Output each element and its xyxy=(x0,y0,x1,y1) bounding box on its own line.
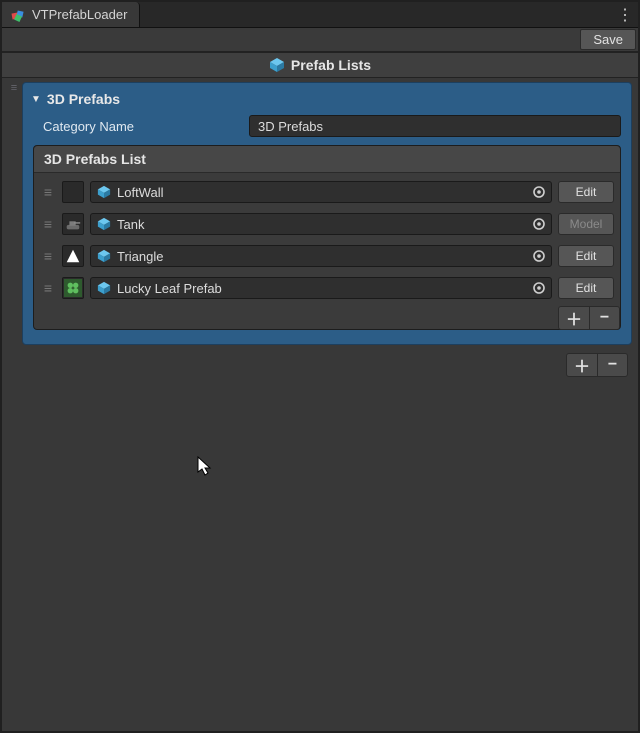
object-picker-icon[interactable] xyxy=(531,280,547,296)
plus-icon: ＋ xyxy=(566,306,582,330)
window-context-menu-button[interactable]: ⋮ xyxy=(612,2,638,27)
category-foldout[interactable]: ▼ 3D Prefabs xyxy=(29,89,625,113)
minus-icon: − xyxy=(600,309,609,327)
object-picker-icon[interactable] xyxy=(531,184,547,200)
list-item: ≡ Triangle xyxy=(40,243,614,269)
window-tab-active[interactable]: VTPrefabLoader xyxy=(2,2,140,27)
object-field-name: Triangle xyxy=(117,249,163,264)
list-remove-button[interactable]: − xyxy=(589,307,619,329)
list-footer-controls: ＋ − xyxy=(558,306,620,330)
row-drag-handle[interactable]: ≡ xyxy=(40,216,56,232)
category-name-row: Category Name xyxy=(29,113,625,145)
prefab-cube-icon xyxy=(97,249,111,263)
row-thumbnail[interactable] xyxy=(62,181,84,203)
object-picker-icon[interactable] xyxy=(531,216,547,232)
row-thumbnail[interactable] xyxy=(62,277,84,299)
object-field[interactable]: LoftWall xyxy=(90,181,552,203)
prefab-list-title: 3D Prefabs List xyxy=(34,146,620,173)
model-button[interactable]: Model xyxy=(558,213,614,235)
list-item: ≡ Tank xyxy=(40,211,614,237)
toolbar: Save xyxy=(2,28,638,52)
object-field[interactable]: Triangle xyxy=(90,245,552,267)
object-field-name: Tank xyxy=(117,217,144,232)
list-item: ≡ Lucky Leaf Prefab xyxy=(40,275,614,301)
edit-button[interactable]: Edit xyxy=(558,277,614,299)
object-field-name: Lucky Leaf Prefab xyxy=(117,281,222,296)
category-name-input[interactable] xyxy=(249,115,621,137)
category-add-button[interactable]: ＋ xyxy=(567,354,597,376)
minus-icon: − xyxy=(608,356,617,374)
save-button[interactable]: Save xyxy=(580,29,636,50)
app-icon xyxy=(10,7,26,23)
row-button-label: Edit xyxy=(576,249,597,263)
window-tab-title: VTPrefabLoader xyxy=(32,7,127,22)
list-add-button[interactable]: ＋ xyxy=(559,307,589,329)
cube-icon xyxy=(269,57,285,73)
window-tabbar: VTPrefabLoader ⋮ xyxy=(2,2,638,28)
row-button-label: Edit xyxy=(576,281,597,295)
kebab-icon: ⋮ xyxy=(617,5,633,25)
category-foldout-title: 3D Prefabs xyxy=(47,91,120,107)
object-field[interactable]: Tank xyxy=(90,213,552,235)
categories-footer-controls: ＋ − xyxy=(8,353,632,381)
edit-button[interactable]: Edit xyxy=(558,181,614,203)
category-drag-handle[interactable]: ≡ xyxy=(8,82,20,94)
plus-icon: ＋ xyxy=(574,353,590,377)
category-remove-button[interactable]: − xyxy=(597,354,627,376)
object-picker-icon[interactable] xyxy=(531,248,547,264)
row-thumbnail[interactable] xyxy=(62,213,84,235)
row-thumbnail[interactable] xyxy=(62,245,84,267)
object-field-name: LoftWall xyxy=(117,185,163,200)
body-area: ≡ ▼ 3D Prefabs Category Name 3D Prefabs … xyxy=(2,78,638,731)
row-drag-handle[interactable]: ≡ xyxy=(40,280,56,296)
row-drag-handle[interactable]: ≡ xyxy=(40,248,56,264)
prefab-cube-icon xyxy=(97,281,111,295)
row-drag-handle[interactable]: ≡ xyxy=(40,184,56,200)
prefab-cube-icon xyxy=(97,217,111,231)
category-box-3d-prefabs: ▼ 3D Prefabs Category Name 3D Prefabs Li… xyxy=(22,82,632,345)
save-button-label: Save xyxy=(593,32,623,47)
object-field[interactable]: Lucky Leaf Prefab xyxy=(90,277,552,299)
list-item: ≡ LoftWall Edit xyxy=(40,179,614,205)
section-header-title: Prefab Lists xyxy=(291,57,371,73)
row-button-label: Model xyxy=(570,217,603,231)
prefab-cube-icon xyxy=(97,185,111,199)
prefab-list-rows: ≡ LoftWall Edit xyxy=(34,173,620,305)
edit-button[interactable]: Edit xyxy=(558,245,614,267)
section-header-prefab-lists: Prefab Lists xyxy=(2,52,638,78)
category-name-label: Category Name xyxy=(43,119,243,134)
row-button-label: Edit xyxy=(576,185,597,199)
prefab-list-box: 3D Prefabs List ≡ LoftWall xyxy=(33,145,621,330)
drag-icon: ≡ xyxy=(11,82,17,94)
foldout-triangle-icon: ▼ xyxy=(31,94,41,105)
